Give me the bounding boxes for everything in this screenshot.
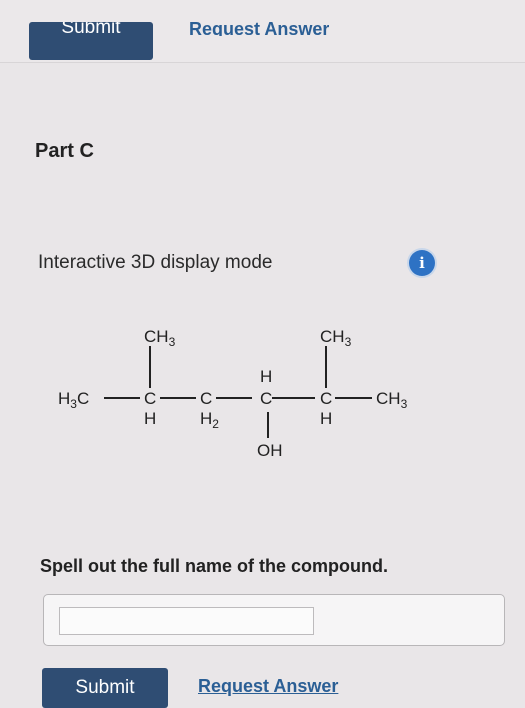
- answer-input[interactable]: [59, 607, 314, 635]
- part-title: Part C: [35, 140, 94, 162]
- top-bar: Submit Request Answer: [0, 0, 525, 62]
- carbon-2: C: [200, 389, 212, 408]
- carbon-4: C: [320, 389, 332, 408]
- carbon-2-h2: H2: [200, 409, 219, 431]
- h3c-group: H3C: [58, 389, 89, 411]
- carbon-1: C: [144, 389, 156, 408]
- ch3-right: CH3: [320, 327, 352, 349]
- divider: [0, 62, 525, 63]
- carbon-4-h: H: [320, 409, 332, 428]
- info-icon[interactable]: i: [409, 250, 435, 276]
- hydroxyl-group: OH: [257, 441, 283, 460]
- structural-formula: CH3 CH3 H3C C H C H2 H C OH C H CH3: [58, 327, 408, 460]
- display-mode-label: Interactive 3D display mode: [38, 252, 273, 273]
- ch3-end: CH3: [376, 389, 408, 411]
- submit-button-top[interactable]: Submit: [29, 22, 153, 60]
- carbon-3: C: [260, 389, 272, 408]
- request-answer-link-top[interactable]: Request Answer: [189, 22, 329, 36]
- carbon-1-h: H: [144, 409, 156, 428]
- carbon-3-h: H: [260, 367, 272, 386]
- question-prompt: Spell out the full name of the compound.: [40, 556, 388, 576]
- answer-box: [43, 594, 505, 646]
- request-answer-link[interactable]: Request Answer: [198, 676, 338, 697]
- submit-button[interactable]: Submit: [42, 668, 168, 708]
- ch3-left: CH3: [144, 327, 176, 349]
